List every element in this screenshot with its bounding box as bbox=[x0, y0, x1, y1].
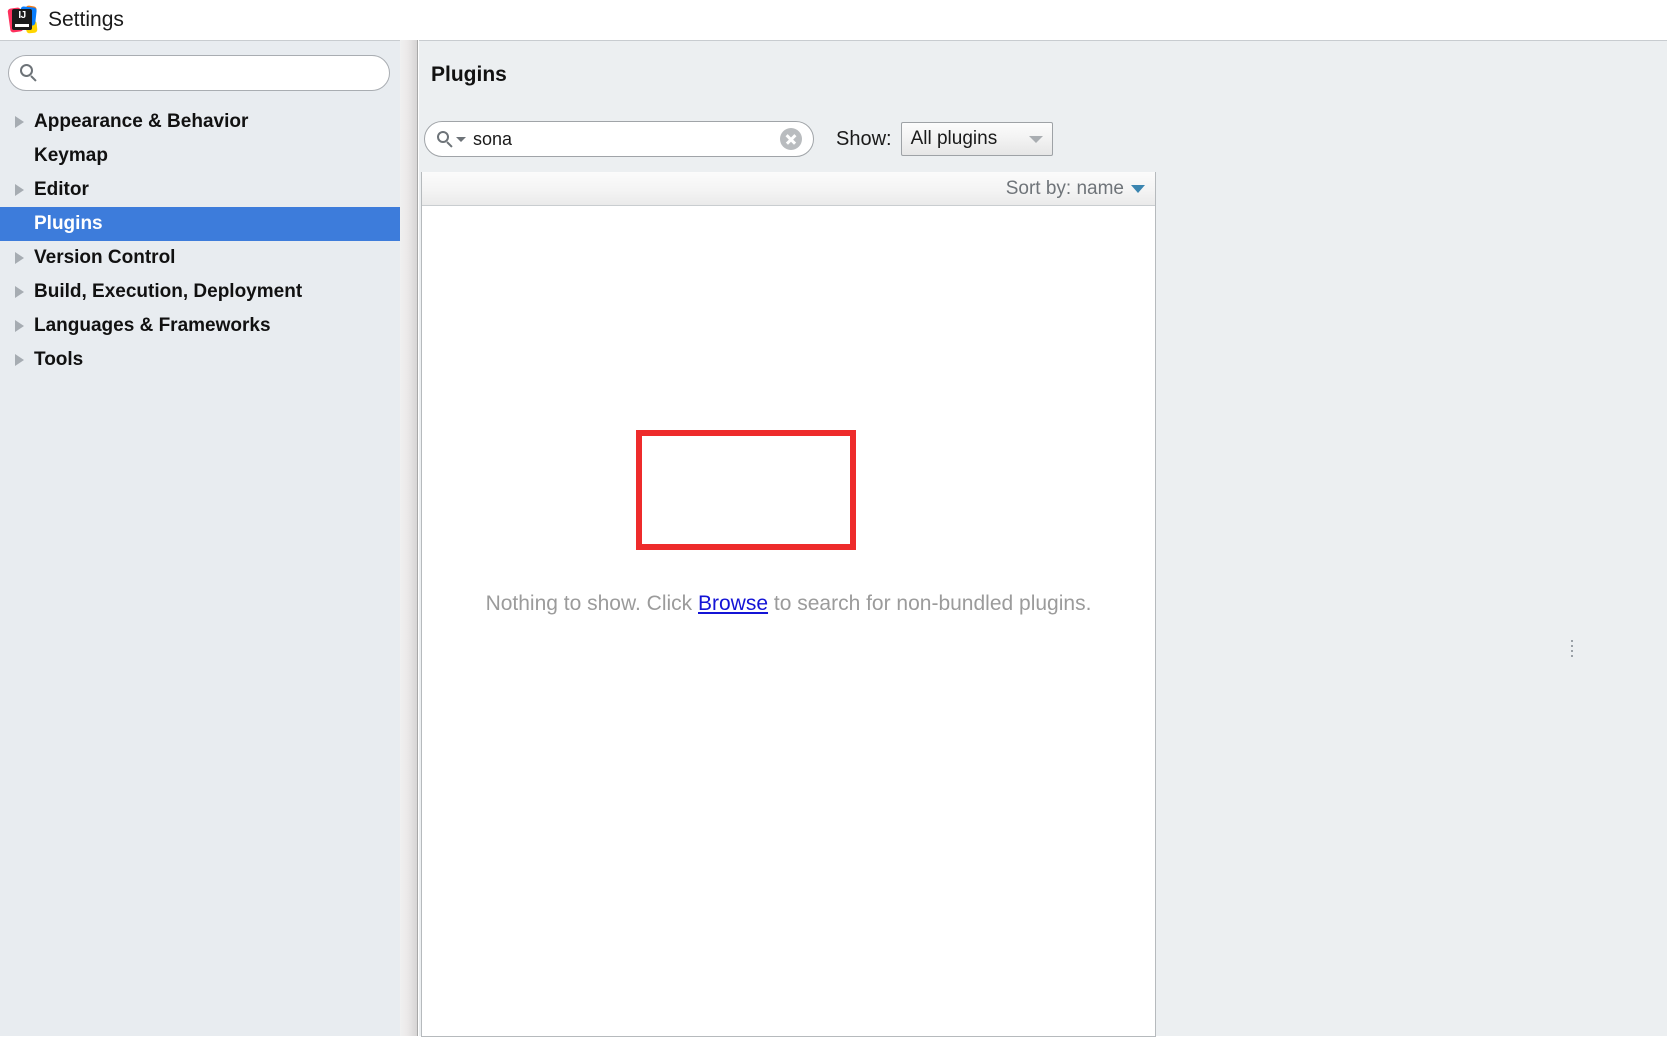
sidebar-item-label: Languages & Frameworks bbox=[34, 315, 271, 336]
plugin-search-input[interactable] bbox=[473, 128, 780, 150]
expand-triangle-icon[interactable] bbox=[10, 354, 28, 366]
chevron-down-icon bbox=[1028, 135, 1043, 143]
intellij-idea-logo-icon: IJ bbox=[7, 5, 38, 35]
panel-splitter-handle[interactable] bbox=[1568, 637, 1576, 667]
sidebar-search-container bbox=[0, 41, 400, 99]
clear-search-icon[interactable] bbox=[780, 128, 802, 150]
sidebar-item-label: Appearance & Behavior bbox=[34, 111, 249, 132]
search-icon bbox=[437, 130, 454, 148]
search-icon bbox=[20, 64, 38, 82]
plugin-list-empty-state: Nothing to show. Click Browse to search … bbox=[422, 172, 1155, 1036]
sidebar-item-label: Build, Execution, Deployment bbox=[34, 281, 303, 302]
sidebar-item-label: Keymap bbox=[34, 145, 108, 166]
browse-link[interactable]: Browse bbox=[698, 592, 768, 615]
chevron-down-icon[interactable] bbox=[456, 136, 466, 142]
sidebar-item-label: Plugins bbox=[34, 213, 103, 234]
settings-search-box[interactable] bbox=[8, 55, 390, 91]
window-titlebar: IJ Settings bbox=[0, 0, 1667, 40]
page-title: Plugins bbox=[431, 63, 507, 86]
sidebar-item-tools[interactable]: Tools bbox=[0, 343, 400, 377]
settings-category-tree: Appearance & Behavior Keymap Editor Plugins… bbox=[0, 105, 400, 377]
expand-triangle-icon[interactable] bbox=[10, 184, 28, 196]
sidebar-item-label: Editor bbox=[34, 179, 89, 200]
sidebar-item-label: Version Control bbox=[34, 247, 176, 268]
sidebar-item-keymap[interactable]: Keymap bbox=[0, 139, 400, 173]
plugins-filter-row: Show: All plugins bbox=[424, 121, 1053, 157]
expand-triangle-icon[interactable] bbox=[10, 286, 28, 298]
settings-search-input[interactable] bbox=[44, 64, 389, 82]
sidebar-item-label: Tools bbox=[34, 349, 84, 370]
sidebar-item-appearance-behavior[interactable]: Appearance & Behavior bbox=[0, 105, 400, 139]
empty-message-prefix: Nothing to show. Click bbox=[485, 592, 698, 615]
sidebar-item-build-execution-deployment[interactable]: Build, Execution, Deployment bbox=[0, 275, 400, 309]
show-filter-value: All plugins bbox=[910, 128, 998, 149]
show-filter-dropdown[interactable]: All plugins bbox=[900, 122, 1053, 156]
expand-triangle-icon[interactable] bbox=[10, 116, 28, 128]
expand-triangle-icon[interactable] bbox=[10, 252, 28, 264]
empty-message-suffix: to search for non-bundled plugins. bbox=[768, 592, 1092, 615]
show-filter-label: Show: bbox=[836, 127, 892, 150]
plugin-search-box[interactable] bbox=[424, 121, 814, 157]
sort-by-label: Sort by: name bbox=[1005, 177, 1124, 199]
sidebar-divider[interactable] bbox=[400, 40, 418, 1036]
expand-triangle-icon[interactable] bbox=[10, 320, 28, 332]
plugins-main-panel: Plugins Show: All plugins Sort by: name … bbox=[419, 40, 1667, 1037]
empty-state-message: Nothing to show. Click Browse to search … bbox=[486, 592, 1092, 616]
sidebar-item-languages-frameworks[interactable]: Languages & Frameworks bbox=[0, 309, 400, 343]
plugin-list-panel: Sort by: name Nothing to show. Click Bro… bbox=[421, 172, 1156, 1037]
sidebar-item-editor[interactable]: Editor bbox=[0, 173, 400, 207]
plugin-list-sort-header[interactable]: Sort by: name bbox=[422, 172, 1155, 206]
sidebar-item-plugins[interactable]: Plugins bbox=[0, 207, 400, 241]
settings-sidebar: Appearance & Behavior Keymap Editor Plugins… bbox=[0, 40, 400, 1036]
chevron-down-icon bbox=[1131, 184, 1145, 193]
sidebar-item-version-control[interactable]: Version Control bbox=[0, 241, 400, 275]
window-title: Settings bbox=[48, 8, 124, 31]
